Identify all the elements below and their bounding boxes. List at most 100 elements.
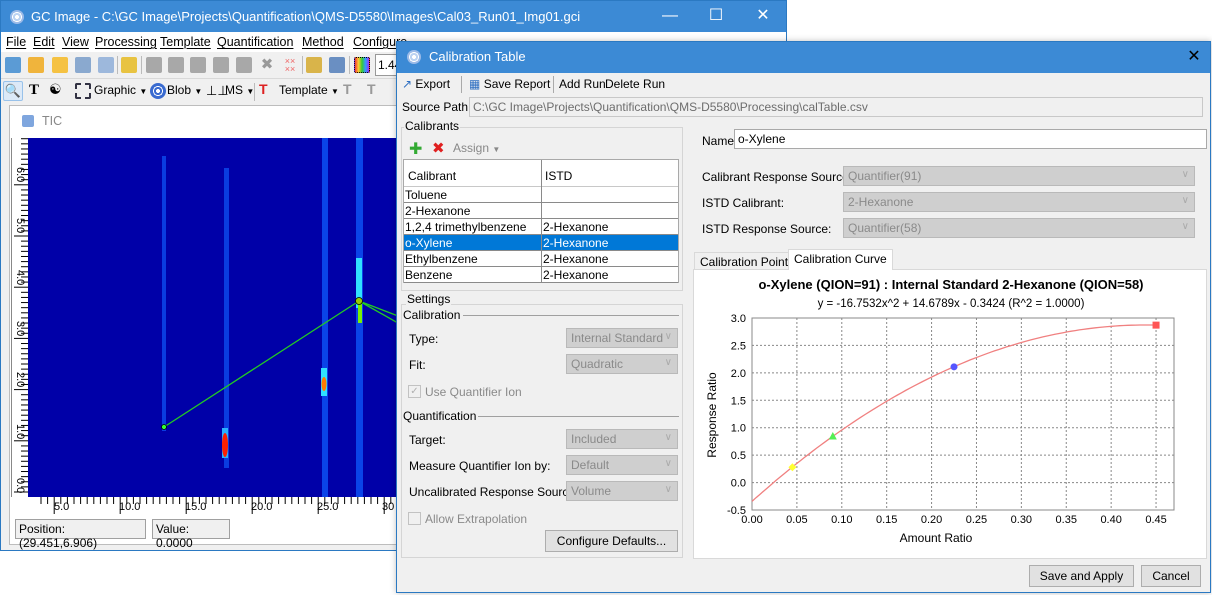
import-icon[interactable]	[5, 57, 21, 73]
y-tick-label: 4.0	[14, 270, 26, 286]
template-match-icon[interactable]: T	[343, 81, 352, 97]
open-recent-icon[interactable]	[52, 57, 68, 73]
binoculars-icon[interactable]: ☯	[49, 81, 62, 98]
add-calibrant-icon[interactable]: ✚	[409, 139, 422, 159]
maximize-button[interactable]: ☐	[693, 1, 739, 32]
source-path-label: Source Path:	[402, 100, 472, 114]
istd-response-label: ISTD Response Source:	[702, 222, 832, 236]
edit-icon[interactable]	[236, 57, 252, 73]
name-field[interactable]: o-Xylene	[734, 129, 1207, 149]
calibration-point	[1152, 321, 1160, 329]
print-icon[interactable]	[98, 57, 114, 73]
menu-edit[interactable]: Edit	[33, 35, 55, 49]
magnifier-icon[interactable]: 🔍	[3, 81, 23, 101]
dropdown-arrow-icon: ▼	[194, 87, 203, 96]
column-header-calibrant[interactable]: Calibrant	[408, 169, 456, 183]
delete-run-button[interactable]: Delete Run	[605, 77, 665, 91]
graphic-menu[interactable]: Graphic ▼	[94, 83, 147, 97]
calibrant-response-label: Calibrant Response Source:	[702, 170, 853, 184]
target-label: Target:	[409, 433, 446, 447]
uncalibrated-response-label: Uncalibrated Response Source:	[409, 485, 579, 499]
allow-extrapolation-checkbox[interactable]	[408, 512, 421, 525]
text-tool-icon[interactable]: T	[29, 82, 39, 99]
chromatogram-image[interactable]	[28, 138, 398, 497]
delete-calibrant-icon[interactable]: ✖	[432, 139, 445, 157]
target-select[interactable]: Included ∨	[566, 429, 678, 449]
ms-menu[interactable]: MS ▼	[225, 83, 254, 97]
template-icon[interactable]: T	[259, 81, 268, 97]
type-select[interactable]: Internal Standard ∨	[566, 328, 678, 348]
istd-response-select[interactable]: Quantifier(58) ∨	[843, 218, 1195, 238]
graphic-icon[interactable]	[75, 83, 91, 99]
tab-calibration-points[interactable]: Calibration Points	[694, 252, 801, 270]
y-tick-label: 1.0	[14, 424, 26, 440]
add-run-button[interactable]: Add Run	[559, 77, 606, 91]
x-tick-label: 0.15	[876, 514, 897, 526]
peak-hotspot	[222, 433, 228, 457]
y-tick-label: 0.5	[731, 450, 746, 462]
use-quantifier-ion-label: Use Quantifier Ion	[425, 385, 522, 399]
istd-calibrant-select[interactable]: 2-Hexanone ∨	[843, 192, 1195, 212]
image-tab[interactable]: TIC	[22, 114, 62, 128]
blob-icon[interactable]	[150, 83, 166, 99]
delete-all-icon[interactable]: ×× ××	[282, 57, 298, 74]
chevron-down-icon: ∨	[664, 357, 672, 368]
menu-processing[interactable]: Processing	[95, 35, 157, 49]
close-button[interactable]: ✕	[740, 1, 786, 32]
menu-method[interactable]: Method	[302, 35, 344, 49]
delete-icon[interactable]: ✖	[259, 57, 275, 73]
column-header-istd[interactable]: ISTD	[545, 169, 572, 183]
save-report-button[interactable]: ▦ Save Report	[469, 77, 550, 91]
x-tick-label: 0.05	[786, 514, 807, 526]
template-apply-icon[interactable]: T	[367, 81, 376, 97]
export-button[interactable]: ↗ Export	[402, 77, 450, 91]
fit-label: Fit:	[409, 358, 426, 372]
template-line	[358, 300, 398, 324]
menu-view[interactable]: View	[62, 35, 89, 49]
menu-template[interactable]: Template	[160, 35, 211, 49]
x-tick-label: 0.40	[1100, 514, 1121, 526]
colormap-icon[interactable]	[354, 57, 370, 73]
dialog-close-button[interactable]: ✕	[1178, 42, 1210, 73]
source-path-field[interactable]: C:\GC Image\Projects\Quantification\QMS-…	[469, 97, 1203, 117]
link-icon[interactable]	[213, 57, 229, 73]
uncalibrated-response-select[interactable]: Volume ∨	[566, 481, 678, 501]
x-tick-label: 15.0	[185, 501, 207, 513]
cut-icon[interactable]	[146, 57, 162, 73]
measure-quantifier-label: Measure Quantifier Ion by:	[409, 459, 551, 473]
template-menu[interactable]: Template ▼	[279, 83, 339, 97]
tab-calibration-curve[interactable]: Calibration Curve	[788, 249, 893, 270]
calibrant-response-select[interactable]: Quantifier(91) ∨	[843, 166, 1195, 186]
menu-quantification[interactable]: Quantification	[217, 35, 293, 49]
y-axis-label: Response Ratio	[705, 372, 719, 458]
save-icon[interactable]	[75, 57, 91, 73]
name-label: Name:	[702, 134, 738, 148]
template-line	[358, 300, 398, 317]
cancel-button[interactable]: Cancel	[1141, 565, 1201, 587]
x-tick-label: 5.0	[54, 501, 70, 513]
use-quantifier-ion-checkbox[interactable]: ✓	[408, 385, 421, 398]
x-tick-label: 25.0	[317, 501, 339, 513]
configure-defaults-button[interactable]: Configure Defaults...	[545, 530, 678, 552]
undo-icon[interactable]	[121, 57, 137, 73]
copy-icon[interactable]	[168, 57, 184, 73]
tools-icon[interactable]	[306, 57, 322, 73]
blob-menu[interactable]: Blob ▼	[167, 83, 202, 97]
peak-streak	[358, 303, 362, 323]
fit-select[interactable]: Quadratic ∨	[566, 354, 678, 374]
calibrants-group-label: Calibrants	[404, 119, 461, 133]
y-axis-ruler: 0.0 1.0 2.0 3.0 4.0 5.0 6.0	[11, 138, 29, 497]
menu-file[interactable]: File	[6, 35, 26, 49]
minimize-button[interactable]: —	[647, 1, 693, 32]
paste-icon[interactable]	[190, 57, 206, 73]
calibration-point	[950, 363, 958, 371]
peak-hotspot	[321, 377, 327, 391]
save-and-apply-button[interactable]: Save and Apply	[1029, 565, 1134, 587]
open-folder-icon[interactable]	[28, 57, 44, 73]
chevron-down-icon: ∨	[664, 432, 672, 443]
calibration-curve-chart: o-Xylene (QION=91) : Internal Standard 2…	[693, 269, 1207, 559]
calculator-icon[interactable]	[329, 57, 345, 73]
measure-quantifier-select[interactable]: Default ∨	[566, 455, 678, 475]
chevron-down-icon: ∨	[1181, 221, 1189, 232]
assign-menu[interactable]: Assign ▼	[453, 141, 500, 155]
